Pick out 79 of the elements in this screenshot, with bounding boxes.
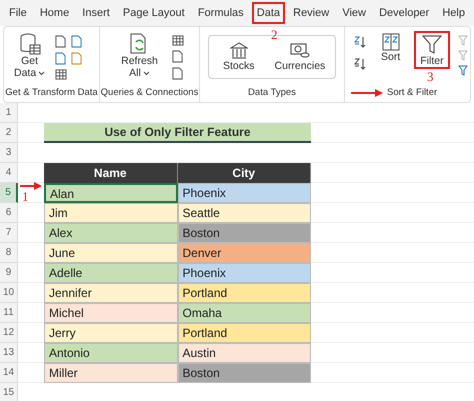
row-number: 13 [0, 343, 18, 363]
ribbon-button[interactable]: Sort [375, 31, 406, 65]
database-icon [18, 33, 41, 55]
document-icon [71, 35, 82, 48]
table-cell[interactable]: Michel [44, 303, 178, 323]
pointer-arrow [351, 89, 383, 97]
row-number: 2 [0, 123, 18, 143]
ribbon-tab[interactable]: Help [437, 2, 470, 24]
sort-ascending-icon[interactable] [353, 35, 367, 49]
table-cell[interactable]: Boston [178, 223, 311, 243]
table-cell[interactable]: Boston [178, 363, 311, 383]
table-cell[interactable]: Phoenix [178, 183, 311, 203]
row-number: 5 [0, 183, 18, 203]
row-number: 6 [0, 203, 18, 223]
step-number: 2 [271, 28, 278, 42]
row-number: 11 [0, 303, 18, 323]
ribbon-tab[interactable]: Insert [77, 2, 115, 24]
step-number: 1 [22, 190, 28, 204]
row-number: 4 [0, 163, 18, 183]
table-cell[interactable]: Jerry [44, 323, 178, 343]
ribbon-button[interactable]: Filter [414, 31, 450, 69]
table-cell[interactable]: Alex [44, 223, 178, 243]
column-header: Name [44, 163, 178, 183]
ribbon-tab[interactable]: Data [252, 2, 286, 24]
table-cell[interactable]: June [44, 243, 178, 263]
ribbon-button[interactable]: Refresh All [115, 31, 164, 81]
ribbon-tab[interactable]: Page Layout [118, 2, 190, 24]
sheet-title: Use of Only Filter Feature [44, 123, 311, 143]
ribbon-tab[interactable]: File [4, 2, 32, 24]
table-cell[interactable]: Phoenix [178, 263, 311, 283]
document-icon [172, 67, 183, 80]
ribbon-tab[interactable]: Formulas [192, 2, 249, 24]
step-number: 3 [427, 70, 434, 84]
row-number: 1 [0, 103, 18, 123]
sort-descending-icon[interactable] [353, 57, 367, 71]
document-icon [55, 52, 66, 65]
advanced-filter-icon[interactable] [458, 65, 470, 77]
table-cell[interactable]: Denver [178, 243, 311, 263]
group-label: Sort & Filter [387, 87, 438, 99]
table-cell[interactable]: Miller [44, 363, 178, 383]
row-number: 12 [0, 323, 18, 343]
row-number: 7 [0, 223, 18, 243]
table-cell[interactable]: Jim [44, 203, 178, 223]
row-number: 10 [0, 283, 18, 303]
ribbon-button[interactable]: Currencies [268, 40, 332, 74]
group-label: Queries & Connections [100, 87, 199, 100]
document-icon [172, 50, 183, 63]
table-icon [55, 69, 68, 80]
ribbon-tab[interactable]: Developer [374, 2, 434, 24]
row-number: 15 [0, 383, 18, 401]
group-label: Data Types [247, 87, 297, 100]
table-cell[interactable]: Portland [178, 323, 311, 343]
ribbon-button[interactable]: Get Data [8, 31, 52, 81]
table-cell[interactable]: Antonio [44, 343, 178, 363]
table-cell[interactable]: Adelle [44, 263, 178, 283]
row-number: 8 [0, 243, 18, 263]
document-icon [71, 52, 82, 65]
sort-icon [382, 33, 400, 51]
ribbon-button[interactable]: Stocks [217, 40, 261, 74]
table-icon [172, 35, 184, 46]
document-icon [55, 35, 66, 48]
group-label: Get & Transform Data [4, 87, 99, 100]
table-cell[interactable]: Austin [178, 343, 311, 363]
row-number: 14 [0, 363, 18, 383]
table-cell[interactable]: Seattle [178, 203, 311, 223]
row-number: 3 [0, 143, 18, 163]
ribbon-tab[interactable]: Home [34, 2, 74, 24]
ribbon-tab[interactable]: Review [288, 2, 334, 24]
pointer-arrow [20, 182, 42, 190]
table-cell[interactable]: Omaha [178, 303, 311, 323]
table-cell[interactable]: Portland [178, 283, 311, 303]
currency-icon [290, 42, 310, 60]
column-header: City [178, 163, 311, 183]
filter-icon [420, 33, 443, 55]
bank-icon [230, 42, 248, 60]
table-cell[interactable]: Jennifer [44, 283, 178, 303]
ribbon-tab[interactable]: View [337, 2, 371, 24]
row-number: 9 [0, 263, 18, 283]
table-cell[interactable]: Alan [44, 183, 178, 203]
